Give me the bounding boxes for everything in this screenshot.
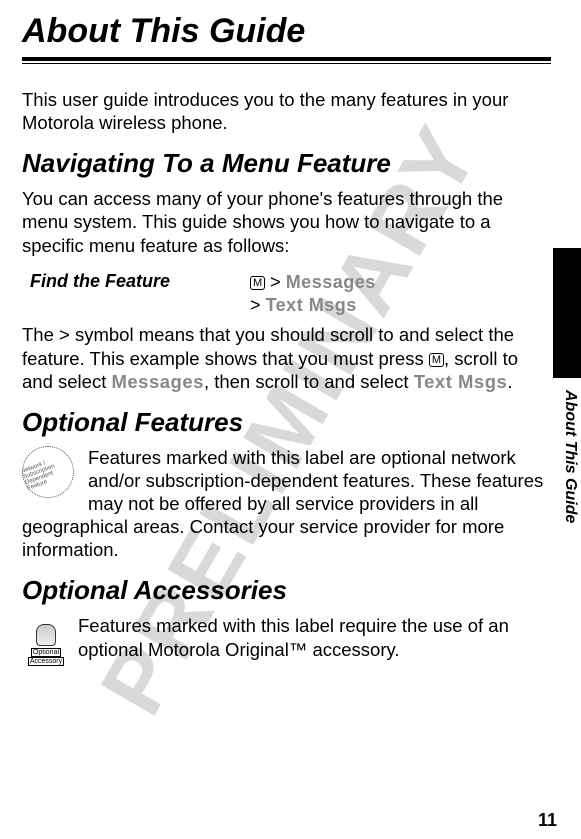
page-content: About This Guide This user guide introdu…	[0, 0, 581, 692]
nav-explain-paragraph: The > symbol means that you should scrol…	[22, 323, 551, 392]
inline-messages: Messages	[111, 371, 203, 392]
badge-text: Network / Subscription Dependent Feature	[22, 452, 76, 492]
menu-key-icon: M	[250, 276, 265, 290]
heading-navigating: Navigating To a Menu Feature	[22, 148, 551, 179]
path-sep-2: >	[250, 295, 266, 315]
page-title: About This Guide	[22, 12, 551, 51]
find-feature-row: Find the Feature M > Messages > Text Msg…	[30, 271, 551, 318]
nav-intro-paragraph: You can access many of your phone's feat…	[22, 187, 551, 256]
intro-paragraph: This user guide introduces you to the ma…	[22, 88, 551, 134]
find-feature-label: Find the Feature	[30, 271, 250, 318]
optional-accessories-text: Features marked with this label require …	[22, 614, 551, 660]
accessory-shape	[36, 624, 56, 646]
heading-optional-accessories: Optional Accessories	[22, 575, 551, 606]
nav-explain-seg4: .	[507, 371, 512, 392]
nav-explain-seg3: , then scroll to and select	[204, 371, 414, 392]
accessory-tag2: Accessory	[28, 657, 64, 666]
optional-accessory-icon: Optional Accessory	[22, 614, 70, 666]
path-sep-1: >	[265, 272, 286, 292]
heading-optional-features: Optional Features	[22, 407, 551, 438]
title-rule-thick	[22, 57, 551, 61]
find-feature-path: M > Messages > Text Msgs	[250, 271, 376, 318]
optional-features-text: Features marked with this label are opti…	[22, 446, 551, 562]
optional-features-block: Network / Subscription Dependent Feature…	[22, 446, 551, 562]
path-text-msgs: Text Msgs	[266, 295, 357, 315]
accessory-tag1: Optional	[31, 648, 61, 657]
title-rule-thin	[22, 63, 551, 64]
inline-text-msgs: Text Msgs	[414, 371, 508, 392]
network-dependent-icon: Network / Subscription Dependent Feature	[22, 446, 78, 502]
menu-key-icon: M	[429, 353, 444, 367]
path-messages: Messages	[286, 272, 376, 292]
network-dependent-badge: Network / Subscription Dependent Feature	[22, 446, 74, 498]
optional-accessories-block: Optional Accessory Features marked with …	[22, 614, 551, 666]
page-number: 11	[538, 810, 557, 831]
